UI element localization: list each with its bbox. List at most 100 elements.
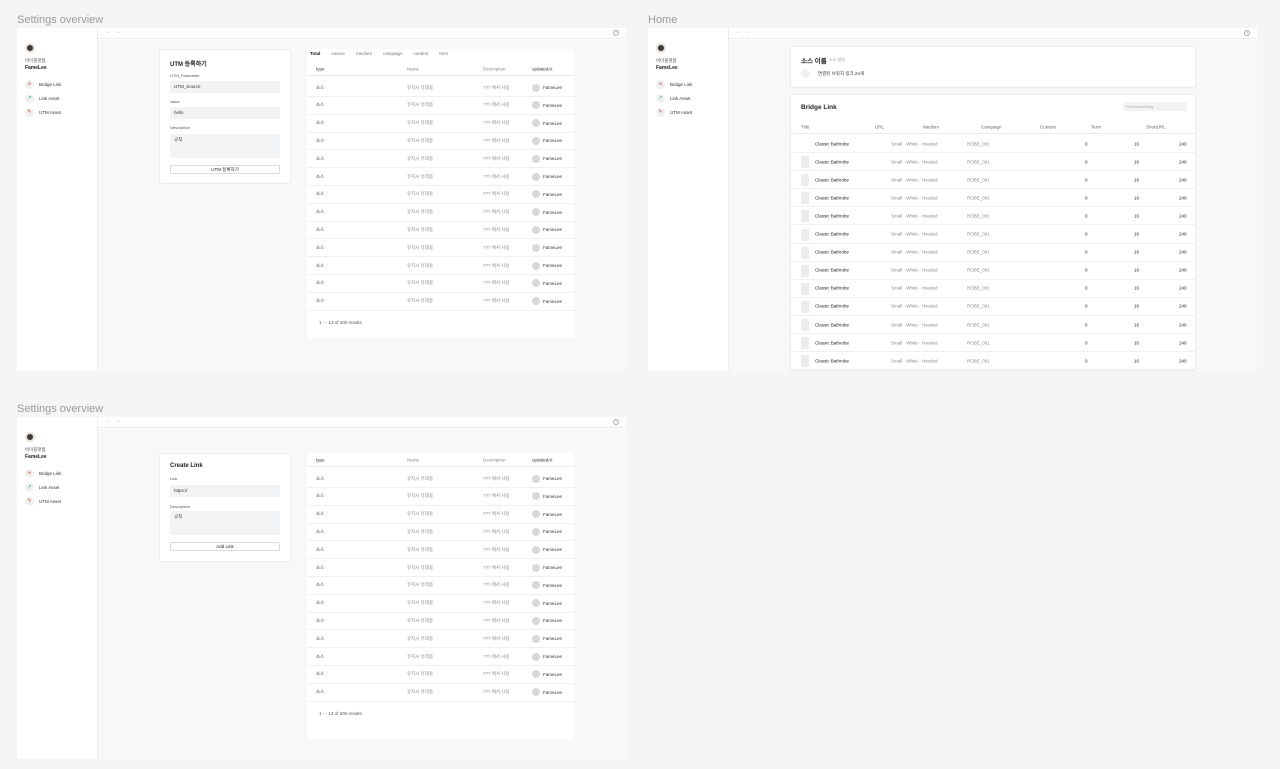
table-row[interactable]: 소스 유지시 유데용 ??? 에서 사용 FameLee: [307, 488, 574, 506]
forward-arrow-icon[interactable]: →: [115, 29, 121, 35]
column-header-short[interactable]: ShortURL: [1146, 124, 1166, 129]
sidebar-item-bridge-link[interactable]: ∞ Bridge Link: [25, 468, 62, 478]
table-row[interactable]: 소스 유지시 유데용 ??? 에서 사용 FameLee: [307, 684, 574, 702]
sidebar-item-link-asset[interactable]: ↗ Link Asset: [656, 93, 691, 103]
column-header-campaign[interactable]: Campaign: [981, 124, 1002, 129]
back-arrow-icon[interactable]: ←: [736, 29, 742, 35]
column-header-type[interactable]: type: [316, 66, 325, 71]
avatar: [532, 510, 540, 519]
tab-total[interactable]: Total: [310, 51, 320, 56]
column-header-updated[interactable]: updatedAt: [532, 66, 553, 71]
tab-source[interactable]: source: [331, 51, 345, 56]
table-row[interactable]: 소스 유지시 유데용 ??? 에서 사용 FameLee: [307, 541, 574, 560]
table-row[interactable]: 소스 유지시 유데용 ??? 에서 사용 FameLee: [307, 204, 574, 222]
table-row[interactable]: 소스 유지시 유데용 ??? 에서 사용 FameLee: [307, 577, 574, 595]
description-textarea[interactable]: 규칙: [170, 511, 280, 535]
table-row[interactable]: 소스 유지시 유데용 ??? 에서 사용 FameLee: [307, 115, 574, 133]
table-row[interactable]: Classic Bathrobe Small · White · Hooded RO…: [791, 171, 1195, 190]
row-medium: Small · White · Hooded: [891, 340, 938, 346]
table-row[interactable]: 소스 유지시 유데용 ??? 에서 사용 FameLee: [307, 595, 574, 613]
value-input[interactable]: hello: [170, 107, 280, 119]
table-row[interactable]: 소스 유지시 유데용 ??? 에서 사용 FameLee: [307, 221, 574, 240]
forward-arrow-icon[interactable]: →: [115, 418, 121, 424]
row-updated-user: FameLee: [543, 565, 563, 570]
column-header-term[interactable]: Term: [1091, 124, 1101, 129]
table-row[interactable]: 소스 유지시 유데용 ??? 에서 사용 FameLee: [307, 239, 574, 258]
table-row[interactable]: 소스 유지시 유데용 ??? 에서 사용 FameLee: [307, 666, 574, 684]
table-row[interactable]: Classic Bathrobe Small · White · Hooded RO…: [791, 298, 1195, 316]
table-row[interactable]: 소스 유지시 유데용 ??? 에서 사용 FameLee: [307, 523, 574, 542]
topbar: ← → ?: [98, 28, 626, 39]
column-header-desc[interactable]: Description: [483, 66, 506, 71]
tab-medium[interactable]: medium: [356, 51, 372, 56]
sidebar-item-utm-asset[interactable]: ✎ UTM Asset: [25, 496, 61, 506]
table-row[interactable]: 소스 유지시 유데용 ??? 에서 사용 FameLee: [307, 506, 574, 524]
row-description: ??? 에서 사용: [483, 511, 510, 517]
table-row[interactable]: Classic Bathrobe Small · White · Hooded RO…: [791, 226, 1195, 244]
table-row[interactable]: 소스 유지시 유데용 ??? 에서 사용 FameLee: [307, 168, 574, 186]
table-row[interactable]: Classic Bathrobe Small · White · Hooded RO…: [791, 244, 1195, 262]
tab-campaign[interactable]: campaign: [383, 51, 403, 56]
row-type: 소스: [316, 280, 325, 286]
table-row[interactable]: Classic Bathrobe Small · White · Hooded RO…: [791, 153, 1195, 172]
table-row[interactable]: 소스 유지시 유데용 ??? 에서 사용 FameLee: [307, 470, 574, 488]
sidebar-item-utm-asset[interactable]: ✎ UTM Asset: [656, 107, 692, 117]
table-row[interactable]: Classic Bathrobe Small · White · Hooded RO…: [791, 207, 1195, 226]
tab-content[interactable]: content: [413, 51, 428, 56]
table-row[interactable]: Classic Bathrobe Small · White · Hooded RO…: [791, 262, 1195, 280]
forward-arrow-icon[interactable]: →: [746, 29, 752, 35]
table-row[interactable]: 소스 유지시 유데용 ??? 에서 사용 FameLee: [307, 186, 574, 204]
table-row[interactable]: 소스 유지시 유데용 ??? 에서 사용 FameLee: [307, 150, 574, 169]
table-row[interactable]: Classic Bathrobe Small · White · Hooded RO…: [791, 135, 1195, 153]
column-header-content[interactable]: Content: [1040, 124, 1056, 129]
table-row[interactable]: Classic Bathrobe Small · White · Hooded RO…: [791, 280, 1195, 298]
sidebar-item-utm-asset[interactable]: ✎ UTM Asset: [25, 107, 61, 117]
row-type: 소스: [316, 120, 325, 126]
column-header-name[interactable]: Name: [407, 457, 419, 462]
column-header-url[interactable]: URL: [875, 124, 884, 129]
help-icon[interactable]: ?: [613, 419, 619, 425]
table-row[interactable]: Classic Bathrobe Small · White · Hooded RO…: [791, 334, 1195, 353]
table-row[interactable]: Classic Bathrobe Small · White · Hooded RO…: [791, 316, 1195, 334]
avatar: [532, 652, 540, 661]
tab-term[interactable]: term: [439, 51, 448, 56]
back-arrow-icon[interactable]: ←: [105, 29, 111, 35]
table-row[interactable]: 소스 유지시 유데용 ??? 에서 사용 FameLee: [307, 275, 574, 293]
table-row[interactable]: 소스 유지시 유데용 ??? 에서 사용 FameLee: [307, 97, 574, 115]
column-header-updated[interactable]: updatedAt: [532, 457, 553, 462]
table-row[interactable]: 소스 유지시 유데용 ??? 에서 사용 FameLee: [307, 559, 574, 577]
table-row[interactable]: 소스 유지시 유데용 ??? 에서 사용 FameLee: [307, 293, 574, 311]
table-row[interactable]: Classic Bathrobe Small · White · Hooded RO…: [791, 189, 1195, 208]
link-input[interactable]: https://: [170, 485, 280, 497]
help-icon[interactable]: ?: [1244, 30, 1250, 36]
help-icon[interactable]: ?: [613, 30, 619, 36]
table-row[interactable]: Classic Bathrobe Small · White · Hooded RO…: [791, 352, 1195, 370]
row-type: 소스: [316, 475, 325, 481]
table-row[interactable]: 소스 유지시 유데용 ??? 에서 사용 FameLee: [307, 132, 574, 151]
pagination[interactable]: 1 ··· 13 of 200 results: [319, 320, 362, 325]
sidebar-item-bridge-link[interactable]: ∞ Bridge Link: [25, 79, 62, 89]
column-header-desc[interactable]: Description: [483, 457, 506, 462]
add-link-button[interactable]: Add Link: [170, 542, 280, 551]
pagination[interactable]: 1 ··· 13 of 200 results: [319, 711, 362, 716]
sidebar-item-link-asset[interactable]: ↗ Link Asset: [25, 93, 60, 103]
back-arrow-icon[interactable]: ←: [105, 418, 111, 424]
column-header-name[interactable]: Name: [407, 66, 419, 71]
table-row[interactable]: 소스 유지시 유데용 ??? 에서 사용 FameLee: [307, 612, 574, 631]
table-row[interactable]: 소스 유지시 유데용 ??? 에서 사용 FameLee: [307, 630, 574, 649]
row-updated-user: FameLee: [543, 582, 563, 588]
table-row[interactable]: 소스 유지시 유데용 ??? 에서 사용 FameLee: [307, 257, 574, 275]
sidebar-item-link-asset[interactable]: ↗ Link Asset: [25, 482, 60, 492]
table-row[interactable]: 소스 유지시 유데용 ??? 에서 사용 FameLee: [307, 79, 574, 97]
avatar: [532, 563, 540, 572]
sidebar-item-bridge-link[interactable]: ∞ Bridge Link: [656, 79, 693, 89]
column-header-title[interactable]: Title: [801, 124, 809, 129]
table-row[interactable]: 소스 유지시 유데용 ??? 에서 사용 FameLee: [307, 648, 574, 666]
description-textarea[interactable]: 규칙: [170, 134, 280, 158]
utm-submit-button[interactable]: UTM 등록하기: [170, 165, 280, 174]
column-header-type[interactable]: type: [316, 457, 325, 462]
column-header-medium[interactable]: Medium: [923, 124, 939, 129]
search-input[interactable]: Find something: [1123, 102, 1187, 111]
utm-parameter-input[interactable]: UTM_Source: [170, 81, 280, 93]
bridge-link-title: Bridge Link: [801, 104, 837, 111]
